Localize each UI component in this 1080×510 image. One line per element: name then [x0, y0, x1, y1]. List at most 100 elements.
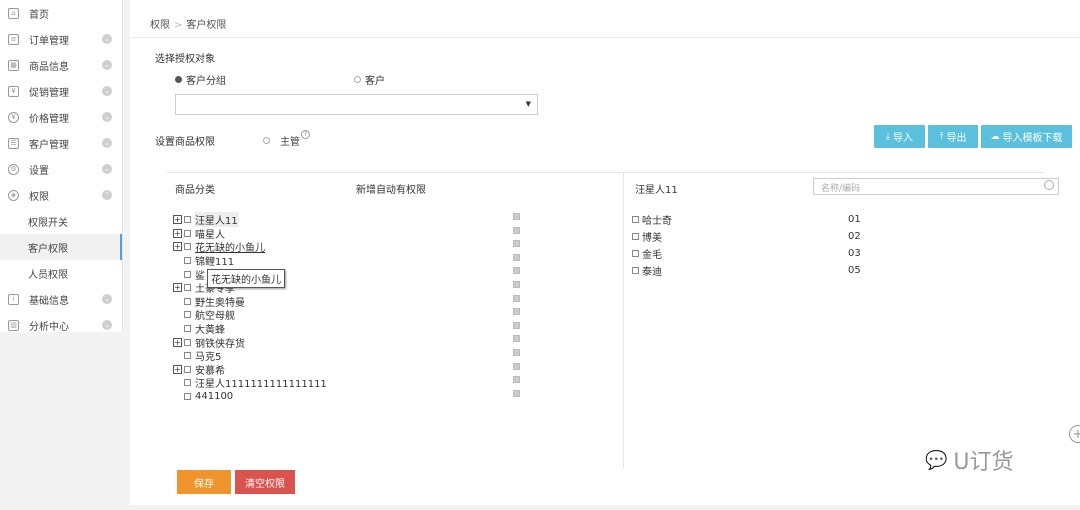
tree-checkbox[interactable] — [184, 229, 191, 237]
chevron-down-icon: ⌄ — [102, 138, 112, 148]
user-checkbox[interactable] — [632, 267, 639, 274]
sidebar: ⌂ 首页 ≡ 订单管理 ⌄ ▦ 商品信息 ⌄ ¥ 促销管理 ⌄ ¥ 价格管理 ⌄… — [0, 0, 123, 333]
action-buttons: 保存 清空权限 — [177, 470, 295, 494]
user-row[interactable]: 哈士奇 01 — [632, 211, 861, 228]
tree-node-label[interactable]: 441100 — [194, 391, 234, 402]
tree-checkbox[interactable] — [184, 338, 191, 346]
sidebar-subitem-staff-permissions[interactable]: 人员权限 — [0, 260, 122, 286]
tree-node[interactable]: + 钢铁侠存货 — [173, 335, 328, 350]
sidebar-item-permissions[interactable]: ◈ 权限 ⌃ — [0, 182, 122, 208]
help-icon[interactable]: ? — [301, 130, 310, 139]
tree-node[interactable]: 航空母舰 — [173, 308, 328, 322]
tree-checkbox[interactable] — [184, 216, 191, 224]
breadcrumb-root[interactable]: 权限 — [150, 20, 170, 31]
sidebar-item-products[interactable]: ▦ 商品信息 ⌄ — [0, 52, 122, 78]
export-button[interactable]: ⤒ 导出 — [928, 125, 978, 148]
user-checkbox[interactable] — [632, 250, 639, 257]
tree-node[interactable]: + 安慕希 — [173, 363, 328, 377]
auto-permission-checkbox[interactable] — [513, 389, 520, 397]
auto-permission-checkbox[interactable] — [513, 362, 520, 370]
tree-node[interactable]: 441100 — [173, 390, 328, 404]
user-code: 01 — [848, 214, 861, 225]
tree-checkbox[interactable] — [184, 325, 191, 333]
divider — [130, 37, 1080, 38]
sidebar-subitem-permission-switch[interactable]: 权限开关 — [0, 208, 122, 234]
tree-node[interactable]: 马克5 — [173, 349, 328, 363]
auto-permission-checkbox[interactable] — [513, 253, 520, 261]
chevron-down-icon: ⌄ — [102, 320, 112, 330]
auto-permission-checkbox[interactable] — [513, 348, 520, 356]
tree-node[interactable]: 野生奥特曼 — [173, 295, 328, 309]
auto-permission-checkbox[interactable] — [513, 335, 520, 343]
auto-permission-checkbox[interactable] — [513, 213, 520, 220]
tree-checkbox[interactable] — [184, 379, 191, 387]
radio-customer-group[interactable]: 客户分组 — [175, 72, 226, 87]
tree-node[interactable]: 大黄蜂 — [173, 322, 328, 336]
sidebar-item-settings[interactable]: ⚙ 设置 ⌄ — [0, 156, 122, 182]
auto-permission-checkbox[interactable] — [513, 280, 520, 288]
radio-indicator[interactable] — [354, 76, 361, 83]
user-code: 02 — [848, 231, 861, 242]
tree-checkbox[interactable] — [184, 311, 191, 319]
auto-permission-checkbox[interactable] — [513, 267, 520, 275]
clear-permissions-button[interactable]: 清空权限 — [235, 470, 295, 494]
user-row[interactable]: 泰迪 05 — [632, 262, 861, 279]
auto-permission-checkbox[interactable] — [513, 376, 520, 384]
shield-icon: ◈ — [8, 189, 19, 201]
sidebar-item-analytics[interactable]: ▥ 分析中心 ⌄ — [0, 312, 122, 338]
user-row[interactable]: 金毛 03 — [632, 245, 861, 262]
manager-option[interactable]: 主管 ? — [263, 130, 310, 148]
sidebar-item-prices[interactable]: ¥ 价格管理 ⌄ — [0, 104, 122, 130]
radio-indicator[interactable] — [263, 137, 270, 144]
sidebar-item-basic-info[interactable]: i 基础信息 ⌄ — [0, 286, 122, 312]
import-button[interactable]: ⤓ 导入 — [874, 125, 925, 148]
user-row[interactable]: 博美 02 — [632, 228, 861, 245]
user-name: 博美 — [642, 233, 662, 244]
tree-node[interactable]: 锦鲤111 — [173, 254, 328, 268]
save-button[interactable]: 保存 — [177, 470, 231, 494]
tree-checkbox[interactable] — [184, 393, 191, 401]
sidebar-item-orders[interactable]: ≡ 订单管理 ⌄ — [0, 26, 122, 52]
sidebar-item-promotions[interactable]: ¥ 促销管理 ⌄ — [0, 78, 122, 104]
tree-node[interactable]: + 汪星人11 — [173, 212, 328, 228]
template-label: 导入模板下载 — [1002, 133, 1063, 144]
export-icon: ⤒ — [939, 131, 944, 142]
sidebar-item-home[interactable]: ⌂ 首页 — [0, 0, 122, 26]
auto-permission-checkbox[interactable] — [513, 240, 520, 248]
tree-checkbox[interactable] — [184, 243, 191, 251]
template-download-button[interactable]: ☁ 导入模板下载 — [981, 125, 1072, 148]
expand-icon[interactable]: + — [173, 283, 182, 293]
radio-label: 客户 — [365, 76, 385, 87]
radio-customer[interactable]: 客户 — [354, 72, 385, 87]
tree-node[interactable]: + 喵星人 — [173, 227, 328, 241]
auto-permission-checkbox[interactable] — [513, 226, 520, 234]
sidebar-item-customers[interactable]: ☰ 客户管理 ⌄ — [0, 130, 122, 156]
search-input[interactable]: 名称/编码 — [813, 178, 1059, 195]
user-code: 05 — [848, 265, 861, 276]
user-checkbox[interactable] — [632, 233, 639, 240]
tree-checkbox[interactable] — [184, 365, 191, 373]
auto-permission-checkbox[interactable] — [513, 321, 520, 329]
user-checkbox[interactable] — [632, 216, 639, 223]
tree-checkbox[interactable] — [184, 257, 191, 265]
tree-node[interactable]: 汪星人1111111111111111 — [173, 376, 328, 390]
sidebar-item-label: 首页 — [29, 9, 49, 21]
tree-node[interactable]: + 花无缺的小鱼儿 — [173, 240, 328, 254]
tree-checkbox[interactable] — [184, 270, 191, 278]
expand-icon[interactable]: + — [173, 215, 182, 225]
sidebar-subitem-customer-permissions[interactable]: 客户权限 — [0, 234, 122, 260]
expand-icon[interactable]: + — [173, 337, 182, 347]
radio-indicator[interactable] — [175, 76, 182, 83]
tree-checkbox[interactable] — [184, 284, 191, 292]
expand-icon[interactable]: + — [173, 364, 182, 374]
customer-group-select[interactable]: ▼ — [175, 94, 538, 115]
search-icon[interactable] — [1044, 180, 1054, 190]
tree-checkbox[interactable] — [184, 352, 191, 360]
auto-permission-checkbox[interactable] — [513, 308, 520, 316]
auto-permission-checkbox[interactable] — [513, 294, 520, 302]
tree-node-label[interactable]: 汪星人1111111111111111 — [194, 375, 328, 390]
zoom-in-icon[interactable]: + — [1069, 425, 1080, 443]
tree-checkbox[interactable] — [184, 297, 191, 305]
expand-icon[interactable]: + — [173, 242, 182, 252]
expand-icon[interactable]: + — [173, 228, 182, 238]
